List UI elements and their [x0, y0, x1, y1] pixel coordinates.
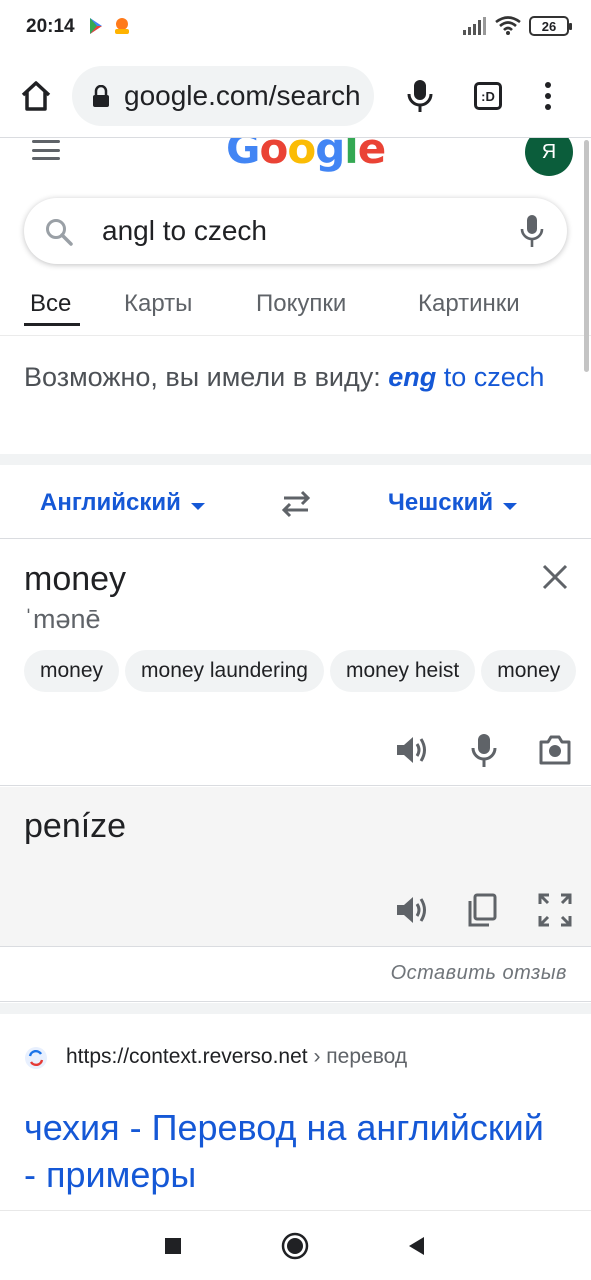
tab-images[interactable]: Картинки — [418, 290, 520, 318]
result-title-link[interactable]: чехия - Перевод на английский - примеры — [24, 1104, 564, 1198]
source-language-label: Английский — [40, 489, 181, 516]
chevron-down-icon — [190, 502, 205, 510]
status-bar: 20:14 26 — [0, 0, 591, 54]
suggestion-chip[interactable]: money heist — [329, 650, 476, 692]
address-bar[interactable]: google.com/search — [72, 66, 374, 126]
lock-icon — [93, 85, 109, 107]
speaker-icon[interactable] — [394, 732, 430, 768]
did-you-mean: Возможно, вы имели в виду: eng to czech — [24, 360, 564, 394]
search-icon — [46, 219, 73, 246]
translator-language-row: Английский Чешский — [0, 465, 591, 539]
account-avatar[interactable]: Я — [525, 138, 573, 176]
search-tabs: Все Карты Покупки Картинки — [0, 276, 591, 336]
voice-search-mic-icon[interactable] — [404, 78, 436, 114]
mic-icon[interactable] — [466, 732, 502, 768]
back-icon[interactable] — [402, 1231, 432, 1261]
target-toolbar — [0, 892, 591, 932]
chevron-down-icon — [503, 502, 518, 510]
suggestion-chip[interactable]: money laundering — [125, 650, 324, 692]
status-time: 20:14 — [26, 16, 75, 37]
camera-icon[interactable] — [537, 732, 573, 768]
url-text: google.com/search — [124, 80, 361, 111]
source-language-select[interactable]: Английский — [40, 489, 205, 517]
suggestion-chip[interactable]: money — [481, 650, 577, 692]
tab-all[interactable]: Все — [30, 290, 71, 318]
wifi-icon — [495, 16, 521, 35]
tab-switcher-button[interactable]: :D — [474, 82, 502, 110]
target-language-label: Чешский — [388, 489, 494, 516]
did-you-mean-link[interactable]: eng to czech — [388, 362, 544, 392]
did-you-mean-prefix: Возможно, вы имели в виду: — [24, 362, 381, 392]
search-mic-icon[interactable] — [519, 214, 545, 248]
translation-output: peníze — [24, 807, 127, 845]
search-box[interactable]: angl to czech — [24, 198, 567, 264]
active-tab-indicator — [24, 323, 80, 326]
page-scrollbar[interactable] — [584, 140, 589, 372]
home-nav-icon[interactable] — [280, 1231, 310, 1261]
reverso-icon — [25, 1047, 47, 1069]
swap-languages-icon[interactable] — [278, 489, 314, 519]
feedback-link[interactable]: Оставить отзыв — [391, 962, 567, 985]
feedback-row: Оставить отзыв — [0, 948, 591, 1002]
did-you-mean-rest: to czech — [436, 362, 545, 392]
home-icon[interactable] — [18, 78, 54, 114]
signal-icon — [463, 17, 486, 35]
source-toolbar — [0, 732, 591, 772]
hamburger-menu-icon[interactable] — [32, 140, 60, 160]
suggestion-chips: money money laundering money heist money — [24, 650, 591, 694]
notification-app-icon — [115, 18, 129, 34]
copy-icon[interactable] — [465, 892, 501, 928]
play-store-icon — [90, 18, 102, 34]
close-icon[interactable] — [540, 562, 570, 592]
translator-source-panel: money ˈmənē money money laundering money h… — [0, 540, 591, 786]
result-url[interactable]: https://context.reverso.net › перевод — [66, 1045, 407, 1069]
recent-apps-icon[interactable] — [158, 1231, 188, 1261]
result-url-breadcrumb: › перевод — [307, 1045, 408, 1068]
search-result: https://context.reverso.net › перевод че… — [0, 1014, 591, 1210]
section-separator — [0, 454, 591, 465]
tab-shopping[interactable]: Покупки — [256, 290, 346, 318]
source-text-input[interactable]: money — [24, 560, 126, 599]
google-header: Google Я — [0, 138, 591, 184]
translator-target-panel: peníze — [0, 787, 591, 947]
result-url-domain: https://context.reverso.net — [66, 1045, 308, 1068]
did-you-mean-bold: eng — [388, 362, 437, 392]
search-input[interactable]: angl to czech — [102, 215, 267, 247]
system-nav-bar — [0, 1210, 591, 1280]
fullscreen-icon[interactable] — [537, 892, 573, 928]
browser-toolbar: google.com/search :D — [0, 54, 591, 138]
speaker-icon[interactable] — [394, 892, 430, 928]
suggestion-chip[interactable]: money — [24, 650, 120, 692]
section-separator — [0, 1003, 591, 1014]
google-logo[interactable]: Google — [226, 138, 386, 173]
source-phonetic: ˈmənē — [24, 604, 101, 634]
browser-menu-button[interactable] — [538, 80, 558, 112]
battery-indicator: 26 — [529, 16, 572, 36]
target-language-select[interactable]: Чешский — [388, 489, 518, 517]
tab-maps[interactable]: Карты — [124, 290, 192, 318]
